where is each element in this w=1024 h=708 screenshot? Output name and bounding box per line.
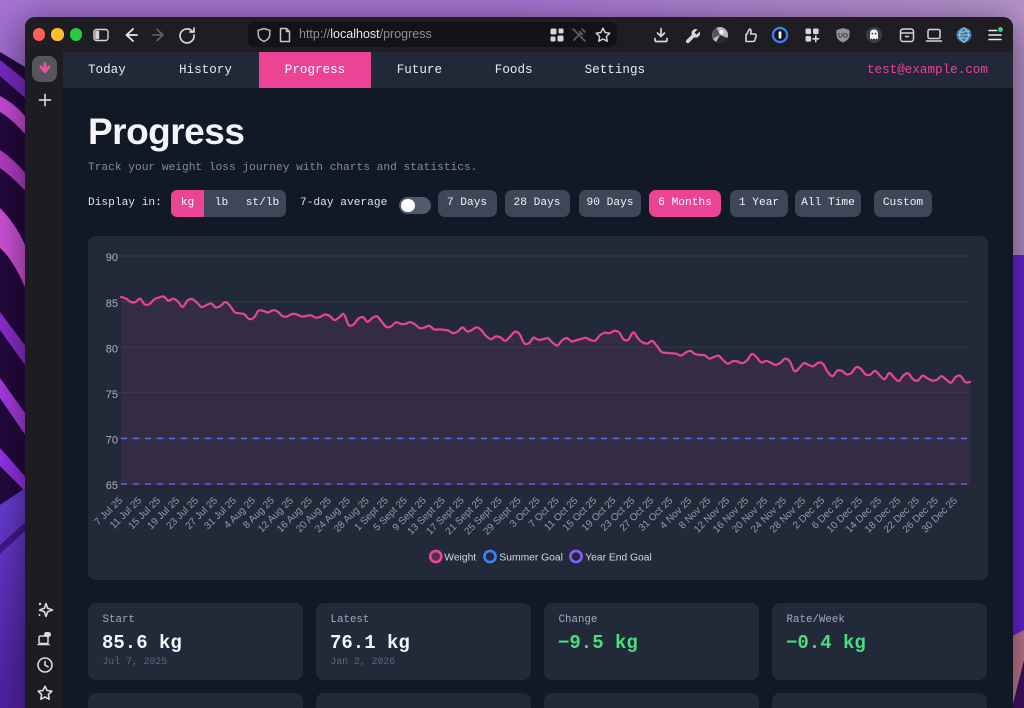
- svg-text:70: 70: [106, 435, 118, 447]
- svg-text:85: 85: [106, 298, 118, 310]
- svg-text:Year End Goal: Year End Goal: [585, 553, 652, 564]
- svg-text:Weight: Weight: [444, 553, 476, 564]
- svg-text:80: 80: [106, 343, 118, 355]
- svg-text:Summer Goal: Summer Goal: [499, 553, 563, 564]
- svg-text:75: 75: [106, 389, 118, 401]
- svg-text:90: 90: [106, 252, 118, 264]
- svg-text:65: 65: [106, 480, 118, 492]
- svg-text:UO: UO: [838, 32, 848, 39]
